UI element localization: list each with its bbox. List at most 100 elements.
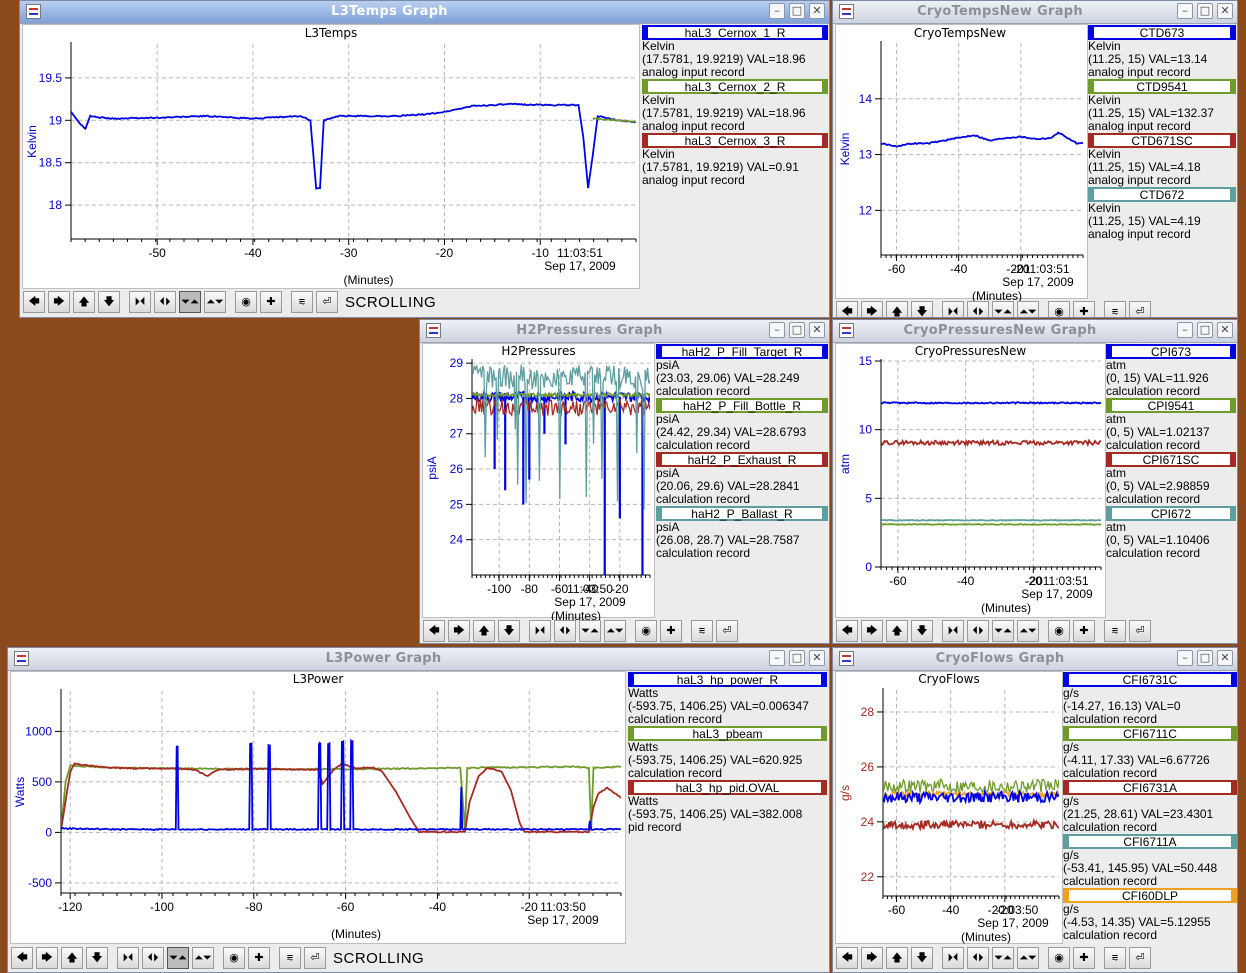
down-arrow-icon[interactable]: 🡇 <box>98 291 120 313</box>
legend-item[interactable]: CFI6711A g/s (-53.41, 145.95) VAL=50.448 ca… <box>1063 834 1237 888</box>
right-arrow-icon[interactable]: 🡆 <box>448 620 470 642</box>
up-arrow-icon[interactable]: 🡅 <box>886 947 908 969</box>
right-arrow-icon[interactable]: 🡆 <box>36 947 58 969</box>
left-arrow-icon[interactable]: 🡄 <box>423 620 445 642</box>
legend-item[interactable]: haL3_Cernox_1_R Kelvin (17.5781, 19.9219) … <box>642 25 828 79</box>
exit-icon[interactable]: ⏎ <box>1129 620 1151 642</box>
up-arrow-icon[interactable]: 🡅 <box>886 301 908 317</box>
crosshair-icon[interactable]: ✚ <box>1073 301 1095 317</box>
legend-item[interactable]: CPI672 atm (0, 5) VAL=1.10406 calculation r… <box>1106 506 1236 560</box>
zoom-in-h-icon[interactable]: ⏵⏴ <box>529 620 551 642</box>
legend-swatch[interactable]: CTD673 <box>1088 25 1236 40</box>
legend-swatch[interactable]: CFI6731A <box>1063 780 1237 795</box>
legend-item[interactable]: CTD9541 Kelvin (11.25, 15) VAL=132.37 analo… <box>1088 79 1236 133</box>
close-icon[interactable]: ✕ <box>1217 650 1233 666</box>
left-arrow-icon[interactable]: 🡄 <box>836 620 858 642</box>
legend-swatch[interactable]: CPI9541 <box>1106 398 1236 413</box>
center-icon[interactable]: ◉ <box>235 291 257 313</box>
zoom-in-v-icon[interactable]: ⏷⏶ <box>992 301 1014 317</box>
left-arrow-icon[interactable]: 🡄 <box>836 301 858 317</box>
exit-icon[interactable]: ⏎ <box>1129 301 1151 317</box>
legend-item[interactable]: CFI6711C g/s (-4.11, 17.33) VAL=6.67726 cal… <box>1063 726 1237 780</box>
zoom-out-h-icon[interactable]: ⏴⏵ <box>154 291 176 313</box>
autoscale-icon[interactable]: ⩳ <box>1104 301 1126 317</box>
center-icon[interactable]: ◉ <box>223 947 245 969</box>
legend-item[interactable]: haL3_Cernox_3_R Kelvin (17.5781, 19.9219) … <box>642 133 828 187</box>
zoom-out-h-icon[interactable]: ⏴⏵ <box>142 947 164 969</box>
legend-swatch[interactable]: haL3_Cernox_2_R <box>642 79 828 94</box>
autoscale-icon[interactable]: ⩳ <box>1104 620 1126 642</box>
zoom-out-v-icon[interactable]: ⏶⏷ <box>1017 620 1039 642</box>
close-icon[interactable]: ✕ <box>1217 3 1233 19</box>
legend-item[interactable]: CFI6731C g/s (-14.27, 16.13) VAL=0 calculat… <box>1063 672 1237 726</box>
legend-item[interactable]: CPI9541 atm (0, 5) VAL=1.02137 calculation … <box>1106 398 1236 452</box>
maximize-icon[interactable]: □ <box>789 3 805 19</box>
zoom-out-h-icon[interactable]: ⏴⏵ <box>967 301 989 317</box>
center-icon[interactable]: ◉ <box>1048 620 1070 642</box>
down-arrow-icon[interactable]: 🡇 <box>911 947 933 969</box>
maximize-icon[interactable]: □ <box>1197 650 1213 666</box>
crosshair-icon[interactable]: ✚ <box>1073 947 1095 969</box>
close-icon[interactable]: ✕ <box>809 3 825 19</box>
up-arrow-icon[interactable]: 🡅 <box>473 620 495 642</box>
right-arrow-icon[interactable]: 🡆 <box>861 301 883 317</box>
legend-swatch[interactable]: CFI6711C <box>1063 726 1237 741</box>
legend-item[interactable]: haH2_P_Fill_Target_R psiA (23.03, 29.06) V… <box>656 344 828 398</box>
zoom-in-v-icon[interactable]: ⏷⏶ <box>179 291 201 313</box>
left-arrow-icon[interactable]: 🡄 <box>11 947 33 969</box>
zoom-out-v-icon[interactable]: ⏶⏷ <box>604 620 626 642</box>
legend-swatch[interactable]: haH2_P_Exhaust_R <box>656 452 828 467</box>
minimize-icon[interactable]: – <box>1177 3 1193 19</box>
crosshair-icon[interactable]: ✚ <box>260 291 282 313</box>
zoom-in-h-icon[interactable]: ⏵⏴ <box>942 947 964 969</box>
legend-item[interactable]: haL3_pbeam Watts (-593.75, 1406.25) VAL=62… <box>628 726 827 780</box>
zoom-in-h-icon[interactable]: ⏵⏴ <box>942 301 964 317</box>
legend-swatch[interactable]: haL3_Cernox_1_R <box>642 25 828 40</box>
legend-item[interactable]: haH2_P_Exhaust_R psiA (20.06, 29.6) VAL=28… <box>656 452 828 506</box>
legend-item[interactable]: CFI6731A g/s (21.25, 28.61) VAL=23.4301 cal… <box>1063 780 1237 834</box>
crosshair-icon[interactable]: ✚ <box>248 947 270 969</box>
maximize-icon[interactable]: □ <box>1197 322 1213 338</box>
legend-item[interactable]: haL3_hp_pid.OVAL Watts (-593.75, 1406.25) … <box>628 780 827 834</box>
close-icon[interactable]: ✕ <box>1217 322 1233 338</box>
crosshair-icon[interactable]: ✚ <box>1073 620 1095 642</box>
zoom-out-h-icon[interactable]: ⏴⏵ <box>967 620 989 642</box>
legend-item[interactable]: CTD671SC Kelvin (11.25, 15) VAL=4.18 analog… <box>1088 133 1236 187</box>
legend-item[interactable]: CFI60DLP g/s (-4.53, 14.35) VAL=5.12955 cal… <box>1063 888 1237 942</box>
legend-item[interactable]: CTD673 Kelvin (11.25, 15) VAL=13.14 analog … <box>1088 25 1236 79</box>
zoom-in-v-icon[interactable]: ⏷⏶ <box>992 620 1014 642</box>
right-arrow-icon[interactable]: 🡆 <box>861 620 883 642</box>
legend-swatch[interactable]: CPI673 <box>1106 344 1236 359</box>
autoscale-icon[interactable]: ⩳ <box>279 947 301 969</box>
legend-item[interactable]: haH2_P_Ballast_R psiA (26.08, 28.7) VAL=28… <box>656 506 828 560</box>
legend-swatch[interactable]: CTD672 <box>1088 187 1236 202</box>
legend-swatch[interactable]: haL3_pbeam <box>628 726 827 741</box>
minimize-icon[interactable]: – <box>769 3 785 19</box>
legend-swatch[interactable]: CTD9541 <box>1088 79 1236 94</box>
close-icon[interactable]: ✕ <box>809 322 825 338</box>
exit-icon[interactable]: ⏎ <box>716 620 738 642</box>
legend-swatch[interactable]: CFI6731C <box>1063 672 1237 687</box>
center-icon[interactable]: ◉ <box>635 620 657 642</box>
close-icon[interactable]: ✕ <box>809 650 825 666</box>
maximize-icon[interactable]: □ <box>1197 3 1213 19</box>
autoscale-icon[interactable]: ⩳ <box>291 291 313 313</box>
up-arrow-icon[interactable]: 🡅 <box>886 620 908 642</box>
zoom-in-v-icon[interactable]: ⏷⏶ <box>167 947 189 969</box>
minimize-icon[interactable]: – <box>769 322 785 338</box>
zoom-out-v-icon[interactable]: ⏶⏷ <box>1017 947 1039 969</box>
legend-swatch[interactable]: CPI672 <box>1106 506 1236 521</box>
zoom-out-v-icon[interactable]: ⏶⏷ <box>204 291 226 313</box>
maximize-icon[interactable]: □ <box>789 650 805 666</box>
legend-item[interactable]: CTD672 Kelvin (11.25, 15) VAL=4.19 analog i… <box>1088 187 1236 241</box>
down-arrow-icon[interactable]: 🡇 <box>498 620 520 642</box>
zoom-in-h-icon[interactable]: ⏵⏴ <box>117 947 139 969</box>
zoom-in-v-icon[interactable]: ⏷⏶ <box>579 620 601 642</box>
legend-swatch[interactable]: haL3_Cernox_3_R <box>642 133 828 148</box>
autoscale-icon[interactable]: ⩳ <box>1104 947 1126 969</box>
up-arrow-icon[interactable]: 🡅 <box>73 291 95 313</box>
legend-swatch[interactable]: haH2_P_Ballast_R <box>656 506 828 521</box>
down-arrow-icon[interactable]: 🡇 <box>86 947 108 969</box>
center-icon[interactable]: ◉ <box>1048 947 1070 969</box>
exit-icon[interactable]: ⏎ <box>304 947 326 969</box>
